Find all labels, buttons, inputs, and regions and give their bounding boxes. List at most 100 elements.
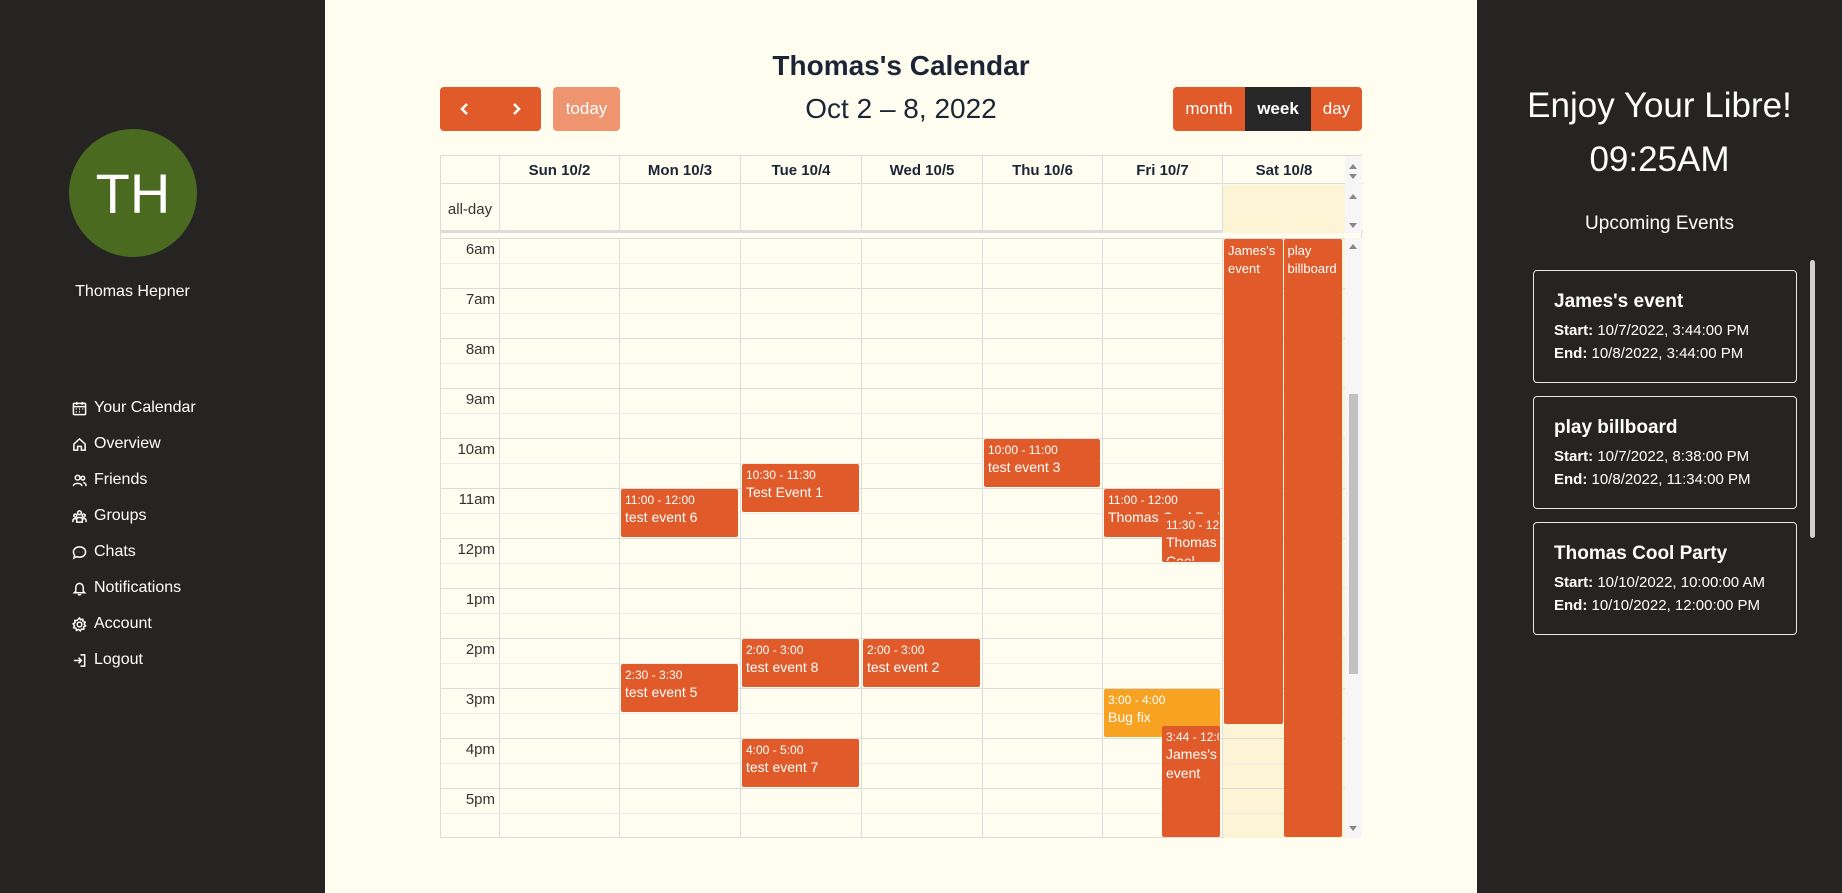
nav-label: Logout bbox=[94, 651, 143, 668]
allday-cell[interactable] bbox=[1102, 185, 1222, 233]
calendar-event[interactable]: 2:00 - 3:00 test event 8 bbox=[742, 639, 859, 687]
grid-slot-line bbox=[441, 388, 1345, 389]
view-week-button[interactable]: week bbox=[1245, 87, 1311, 131]
day-header: Wed 10/5 bbox=[861, 156, 982, 184]
scroll-down-icon bbox=[1349, 223, 1357, 228]
friends-icon bbox=[72, 474, 87, 486]
nav-groups[interactable]: Groups bbox=[72, 498, 196, 534]
end-label: End: bbox=[1554, 345, 1588, 362]
avatar-initials: TH bbox=[95, 161, 171, 225]
hour-label: 12pm bbox=[457, 541, 495, 558]
grid-slot-line bbox=[441, 438, 1345, 439]
logout-icon bbox=[73, 653, 86, 667]
allday-cell[interactable] bbox=[1222, 185, 1345, 233]
start-value: 10/7/2022, 8:38:00 PM bbox=[1597, 448, 1750, 465]
calendar-event[interactable]: James's event bbox=[1224, 239, 1283, 724]
bell-icon bbox=[72, 582, 87, 596]
nav-label: Your Calendar bbox=[94, 399, 196, 416]
event-time: 10:30 - 11:30 bbox=[746, 468, 816, 482]
day-header: Mon 10/3 bbox=[619, 156, 740, 184]
event-title: Bug fix bbox=[1108, 709, 1151, 725]
allday-label: all-day bbox=[447, 200, 493, 218]
event-card-start: Start: 10/10/2022, 10:00:00 AM bbox=[1554, 571, 1796, 594]
event-title: test event 5 bbox=[625, 684, 698, 700]
grid-slot-line bbox=[441, 588, 1345, 589]
right-sidebar: Enjoy Your Libre! 09:25AM Upcoming Event… bbox=[1477, 0, 1842, 893]
chevron-left-icon bbox=[460, 103, 468, 115]
calendar-event[interactable]: 2:30 - 3:30 test event 5 bbox=[621, 664, 738, 712]
event-card[interactable]: play billboard Start: 10/7/2022, 8:38:00… bbox=[1533, 396, 1797, 509]
allday-cell[interactable] bbox=[740, 185, 861, 233]
nav-logout[interactable]: Logout bbox=[72, 642, 196, 678]
prev-next-group bbox=[440, 87, 541, 131]
event-card-title: Thomas Cool Party bbox=[1554, 543, 1728, 564]
allday-cell[interactable] bbox=[982, 185, 1102, 233]
view-day-button[interactable]: day bbox=[1311, 87, 1362, 131]
calendar-event[interactable]: 10:30 - 11:30 Test Event 1 bbox=[742, 464, 859, 512]
event-title: James's event bbox=[1228, 243, 1276, 276]
clock: 09:25AM bbox=[1589, 140, 1730, 179]
calendar-event[interactable]: 10:00 - 11:00 test event 3 bbox=[984, 439, 1100, 487]
calendar-event[interactable]: 11:00 - 12:00 test event 6 bbox=[621, 489, 738, 537]
event-card-title: play billboard bbox=[1554, 417, 1678, 438]
event-card-start: Start: 10/7/2022, 8:38:00 PM bbox=[1554, 445, 1796, 468]
hour-label: 7am bbox=[465, 291, 495, 308]
calendar-event[interactable]: 11:30 - 12:00 Thomas Cool Party bbox=[1162, 514, 1220, 562]
day-header-row: Sun 10/2 Mon 10/3 Tue 10/4 Wed 10/5 Thu 10/6… bbox=[441, 156, 1363, 184]
nav-overview[interactable]: Overview bbox=[72, 426, 196, 462]
nav-notifications[interactable]: Notifications bbox=[72, 570, 196, 606]
scroll-down-icon bbox=[1349, 826, 1357, 831]
end-value: 10/8/2022, 3:44:00 PM bbox=[1591, 345, 1744, 362]
gear-icon bbox=[72, 616, 87, 632]
view-month-button[interactable]: month bbox=[1173, 87, 1245, 131]
hour-label: 8am bbox=[465, 341, 495, 358]
hour-label: 11am bbox=[458, 491, 495, 508]
scrollbar-thumb[interactable] bbox=[1349, 394, 1358, 674]
event-card[interactable]: James's event Start: 10/7/2022, 3:44:00 … bbox=[1533, 270, 1797, 383]
home-icon bbox=[73, 437, 86, 451]
grid-slot-line bbox=[441, 313, 1345, 314]
grid-slot-line bbox=[441, 563, 1345, 564]
today-group: today bbox=[553, 87, 620, 131]
nav-your-calendar[interactable]: Your Calendar bbox=[72, 390, 196, 426]
calendar-event[interactable]: 4:00 - 5:00 test event 7 bbox=[742, 739, 859, 787]
calendar-event[interactable]: play billboard bbox=[1283, 239, 1342, 837]
nav-chats[interactable]: Chats bbox=[72, 534, 196, 570]
scroll-up-icon bbox=[1349, 244, 1357, 249]
allday-cell[interactable] bbox=[619, 185, 740, 233]
start-value: 10/7/2022, 3:44:00 PM bbox=[1597, 322, 1750, 339]
header-scrollbar[interactable] bbox=[1345, 156, 1362, 233]
event-card-end: End: 10/10/2022, 12:00:00 PM bbox=[1554, 594, 1796, 617]
event-time: 11:00 - 12:00 bbox=[1108, 493, 1178, 507]
day-header: Fri 10/7 bbox=[1102, 156, 1222, 184]
event-card-start: Start: 10/7/2022, 3:44:00 PM bbox=[1554, 319, 1796, 342]
nav-friends[interactable]: Friends bbox=[72, 462, 196, 498]
event-card-title: James's event bbox=[1554, 291, 1684, 312]
today-button[interactable]: today bbox=[553, 87, 620, 131]
event-time: 11:00 - 12:00 bbox=[625, 493, 695, 507]
hour-label: 4pm bbox=[465, 741, 495, 758]
calendar-event[interactable]: 3:44 - 12:00James's event bbox=[1162, 725, 1220, 837]
nav-account[interactable]: Account bbox=[72, 606, 196, 642]
event-time: 4:00 - 5:00 bbox=[746, 743, 804, 757]
event-time: 2:00 - 3:00 bbox=[746, 643, 804, 657]
next-button[interactable] bbox=[490, 87, 541, 131]
grid-slot-line bbox=[441, 413, 1345, 414]
prev-button[interactable] bbox=[440, 87, 490, 131]
hour-label: 5pm bbox=[465, 791, 495, 808]
start-label: Start: bbox=[1554, 574, 1594, 591]
hour-label: 10am bbox=[457, 441, 495, 458]
event-title: test event 2 bbox=[867, 659, 940, 675]
calendar-event[interactable]: 2:00 - 3:00 test event 2 bbox=[863, 639, 980, 687]
right-scrollbar[interactable] bbox=[1810, 260, 1815, 538]
event-time: 2:30 - 3:30 bbox=[625, 668, 683, 682]
grid-slot-line bbox=[441, 263, 1345, 264]
username: Thomas Hepner bbox=[75, 283, 190, 300]
grid-slot-line bbox=[441, 463, 1345, 464]
grid-slot-line bbox=[441, 363, 1345, 364]
allday-cell[interactable] bbox=[861, 185, 982, 233]
event-card[interactable]: Thomas Cool Party Start: 10/10/2022, 10:… bbox=[1533, 522, 1797, 635]
allday-cell[interactable] bbox=[499, 185, 619, 233]
chat-icon bbox=[72, 545, 87, 560]
grid-scrollbar[interactable] bbox=[1345, 238, 1362, 838]
